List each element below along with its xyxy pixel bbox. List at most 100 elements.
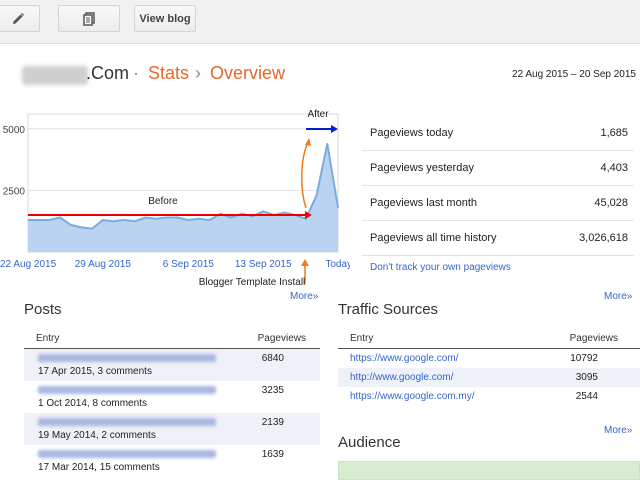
data-point	[337, 207, 339, 209]
breadcrumb-stats[interactable]: Stats	[148, 63, 189, 84]
data-point	[198, 218, 200, 220]
data-point	[80, 226, 82, 228]
page-header: .Com · Stats › Overview 22 Aug 2015 – 20…	[0, 44, 640, 100]
data-point	[209, 219, 211, 221]
post-meta: 17 Apr 2015, 3 comments	[38, 366, 152, 377]
breadcrumb-separator: ·	[133, 63, 139, 83]
breadcrumb-separator: ›	[195, 63, 201, 83]
pages-button[interactable]	[58, 5, 120, 32]
data-point	[102, 219, 104, 221]
traffic-table-header: Entry Pageviews	[338, 328, 640, 349]
chart-more-link[interactable]: More»	[290, 291, 318, 302]
table-row[interactable]: 19 May 2014, 2 comments 2139	[24, 413, 320, 445]
blog-name-blurred	[22, 66, 88, 85]
x-tick-label: 22 Aug 2015	[0, 259, 57, 270]
post-pageviews: 1639	[261, 449, 284, 460]
data-point	[230, 216, 232, 219]
post-meta: 19 May 2014, 2 comments	[38, 430, 156, 441]
data-point	[70, 224, 72, 226]
stat-label: Pageviews yesterday	[370, 162, 474, 174]
traffic-source-link[interactable]: https://www.google.com.my/	[350, 391, 475, 402]
post-title-blurred[interactable]	[38, 418, 216, 426]
post-meta: 17 Mar 2014, 15 comments	[38, 462, 160, 473]
x-tick-label: Today	[325, 259, 350, 270]
pencil-icon	[11, 12, 25, 26]
stat-value: 4,403	[600, 162, 628, 174]
data-point	[316, 194, 318, 196]
data-point	[38, 219, 40, 221]
posts-table: Entry Pageviews 17 Apr 2015, 3 comments …	[24, 328, 320, 477]
annotation-after: After	[307, 109, 329, 120]
table-row[interactable]: 17 Apr 2015, 3 comments 6840	[24, 349, 320, 381]
post-pageviews: 3235	[261, 385, 284, 396]
post-title-blurred[interactable]	[38, 450, 216, 458]
annotation-install: Blogger Template Install	[199, 277, 306, 288]
post-title-blurred[interactable]	[38, 354, 216, 362]
data-point	[48, 219, 51, 221]
traffic-source-link[interactable]: https://www.google.com/	[350, 353, 458, 364]
col-entry: Entry	[350, 332, 374, 344]
stat-label: Pageviews today	[370, 127, 454, 139]
audience-title: Audience	[338, 434, 401, 451]
toolbar: View blog	[0, 0, 640, 44]
pageviews-chart-svg: 2500 5000 22 Aug 2015 29 Aug 2015 6 Sep 2015…	[0, 109, 352, 288]
stats-more-link[interactable]: More»	[604, 291, 632, 302]
stat-row: Pageviews last month 45,028	[362, 186, 634, 221]
stat-label: Pageviews all time history	[370, 232, 497, 244]
data-point	[27, 219, 29, 221]
blog-name: .Com	[86, 63, 130, 83]
data-point	[262, 210, 264, 212]
post-pageviews: 2139	[261, 417, 284, 428]
data-point	[112, 220, 115, 222]
traffic-pageviews: 3095	[575, 372, 598, 383]
install-arrowhead	[301, 259, 309, 266]
post-title-blurred[interactable]	[38, 386, 216, 394]
data-point	[166, 216, 168, 219]
data-point	[326, 143, 328, 145]
stat-value: 1,685	[600, 127, 628, 139]
y-tick-label: 5000	[3, 125, 26, 136]
y-tick-label: 2500	[3, 186, 26, 197]
stat-row: Pageviews all time history 3,026,618	[362, 221, 634, 256]
dont-track-link[interactable]: Don't track your own pageviews	[370, 262, 511, 273]
traffic-sources-title: Traffic Sources	[338, 301, 439, 318]
table-row[interactable]: 1 Oct 2014, 8 comments 3235	[24, 381, 320, 413]
traffic-more-link[interactable]: More»	[604, 425, 632, 436]
stat-row: Pageviews today 1,685	[362, 116, 634, 151]
annotation-before: Before	[148, 196, 178, 207]
data-point	[59, 216, 61, 219]
table-row: http://www.google.com/ 3095	[338, 368, 640, 387]
post-meta: 1 Oct 2014, 8 comments	[38, 398, 147, 409]
data-point	[177, 216, 179, 219]
stat-label: Pageviews last month	[370, 197, 477, 209]
table-row[interactable]: 17 Mar 2014, 15 comments 1639	[24, 445, 320, 477]
posts-title: Posts	[24, 301, 62, 318]
stats-summary: Pageviews today 1,685 Pageviews yesterda…	[362, 116, 634, 256]
pageviews-chart: 2500 5000 22 Aug 2015 29 Aug 2015 6 Sep 2015…	[0, 100, 352, 300]
post-pageviews: 6840	[261, 353, 284, 364]
data-point	[155, 218, 157, 220]
traffic-sources-table: Entry Pageviews https://www.google.com/ …	[338, 328, 640, 406]
traffic-pageviews: 2544	[575, 391, 598, 402]
data-point	[123, 219, 125, 221]
view-blog-button[interactable]: View blog	[134, 5, 196, 32]
stat-value: 3,026,618	[579, 232, 628, 244]
date-range: 22 Aug 2015 – 20 Sep 2015	[511, 69, 636, 80]
x-tick-label: 29 Aug 2015	[75, 259, 132, 270]
col-pageviews: Pageviews	[257, 332, 306, 344]
table-row: https://www.google.com/ 10792	[338, 349, 640, 368]
x-tick-label: 13 Sep 2015	[235, 259, 292, 270]
traffic-source-link[interactable]: http://www.google.com/	[350, 372, 453, 383]
data-point	[91, 228, 93, 230]
stat-row: Pageviews yesterday 4,403	[362, 151, 634, 186]
audience-map[interactable]	[338, 461, 640, 480]
traffic-pageviews: 10792	[570, 353, 598, 364]
data-point	[145, 216, 147, 219]
pages-icon	[82, 11, 96, 26]
posts-table-header: Entry Pageviews	[24, 328, 320, 349]
col-entry: Entry	[36, 332, 60, 344]
breadcrumb-overview: Overview	[210, 63, 286, 83]
stat-value: 45,028	[594, 197, 628, 209]
col-pageviews: Pageviews	[569, 332, 618, 344]
edit-button[interactable]	[0, 5, 40, 32]
